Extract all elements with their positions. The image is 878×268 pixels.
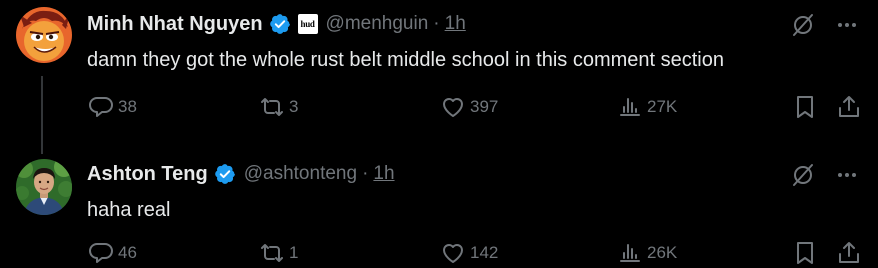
reply-icon bbox=[89, 97, 113, 117]
affiliate-badge-label: hud bbox=[300, 19, 315, 29]
separator-dot: · bbox=[433, 13, 440, 34]
reply-tweet-1[interactable]: Minh Nhat Nguyen hud @menhguin · 1h damn… bbox=[0, 0, 878, 154]
heart-icon bbox=[443, 98, 463, 117]
reply-icon bbox=[89, 243, 113, 263]
tweet-actions: 38 3 397 27K bbox=[0, 92, 878, 122]
separator-dot: · bbox=[362, 163, 369, 184]
affiliate-badge[interactable]: hud bbox=[297, 14, 318, 34]
like-button[interactable]: 397 bbox=[440, 92, 498, 122]
verified-badge-icon[interactable] bbox=[214, 163, 236, 185]
more-icon[interactable] bbox=[836, 164, 858, 186]
view-count: 26K bbox=[647, 243, 678, 262]
retweet-count: 1 bbox=[289, 243, 299, 262]
like-count: 397 bbox=[470, 97, 499, 116]
reply-button[interactable]: 38 bbox=[88, 92, 137, 122]
bookmark-icon bbox=[797, 96, 813, 118]
author-name[interactable]: Ashton Teng bbox=[87, 163, 208, 186]
timestamp[interactable]: 1h bbox=[445, 13, 466, 35]
grok-icon[interactable] bbox=[790, 162, 816, 188]
reply-count: 38 bbox=[118, 97, 137, 116]
avatar[interactable] bbox=[16, 159, 72, 215]
retweet-count: 3 bbox=[289, 97, 299, 116]
tweet-header: Ashton Teng @ashtonteng · 1h bbox=[87, 161, 395, 187]
view-count: 27K bbox=[647, 97, 678, 116]
reply-tweet-2[interactable]: Ashton Teng @ashtonteng · 1h haha real 4… bbox=[0, 154, 878, 264]
author-handle[interactable]: @menhguin bbox=[326, 13, 429, 35]
share-button[interactable] bbox=[836, 92, 862, 122]
share-icon bbox=[839, 242, 859, 263]
avatar[interactable] bbox=[16, 7, 72, 63]
reply-count: 46 bbox=[118, 243, 137, 262]
bookmark-button[interactable] bbox=[792, 92, 818, 122]
views-icon bbox=[620, 244, 640, 262]
grok-icon[interactable] bbox=[790, 12, 816, 38]
tweet-top-actions bbox=[790, 12, 858, 38]
tweet-top-actions bbox=[790, 162, 858, 188]
timestamp[interactable]: 1h bbox=[373, 163, 394, 185]
author-handle[interactable]: @ashtonteng bbox=[244, 163, 357, 185]
tweet-text: damn they got the whole rust belt middle… bbox=[87, 49, 724, 71]
heart-icon bbox=[443, 244, 463, 263]
like-count: 142 bbox=[470, 243, 499, 262]
views-button[interactable]: 27K bbox=[617, 92, 677, 122]
verified-badge-icon[interactable] bbox=[269, 13, 291, 35]
retweet-icon bbox=[261, 98, 283, 116]
views-icon bbox=[620, 98, 640, 116]
tweet-header: Minh Nhat Nguyen hud @menhguin · 1h bbox=[87, 11, 466, 37]
author-name[interactable]: Minh Nhat Nguyen bbox=[87, 13, 263, 36]
retweet-button[interactable]: 3 bbox=[259, 92, 298, 122]
bookmark-icon bbox=[797, 242, 813, 264]
retweet-icon bbox=[261, 244, 283, 262]
share-icon bbox=[839, 96, 859, 117]
more-icon[interactable] bbox=[836, 14, 858, 36]
tweet-text: haha real bbox=[87, 199, 171, 221]
